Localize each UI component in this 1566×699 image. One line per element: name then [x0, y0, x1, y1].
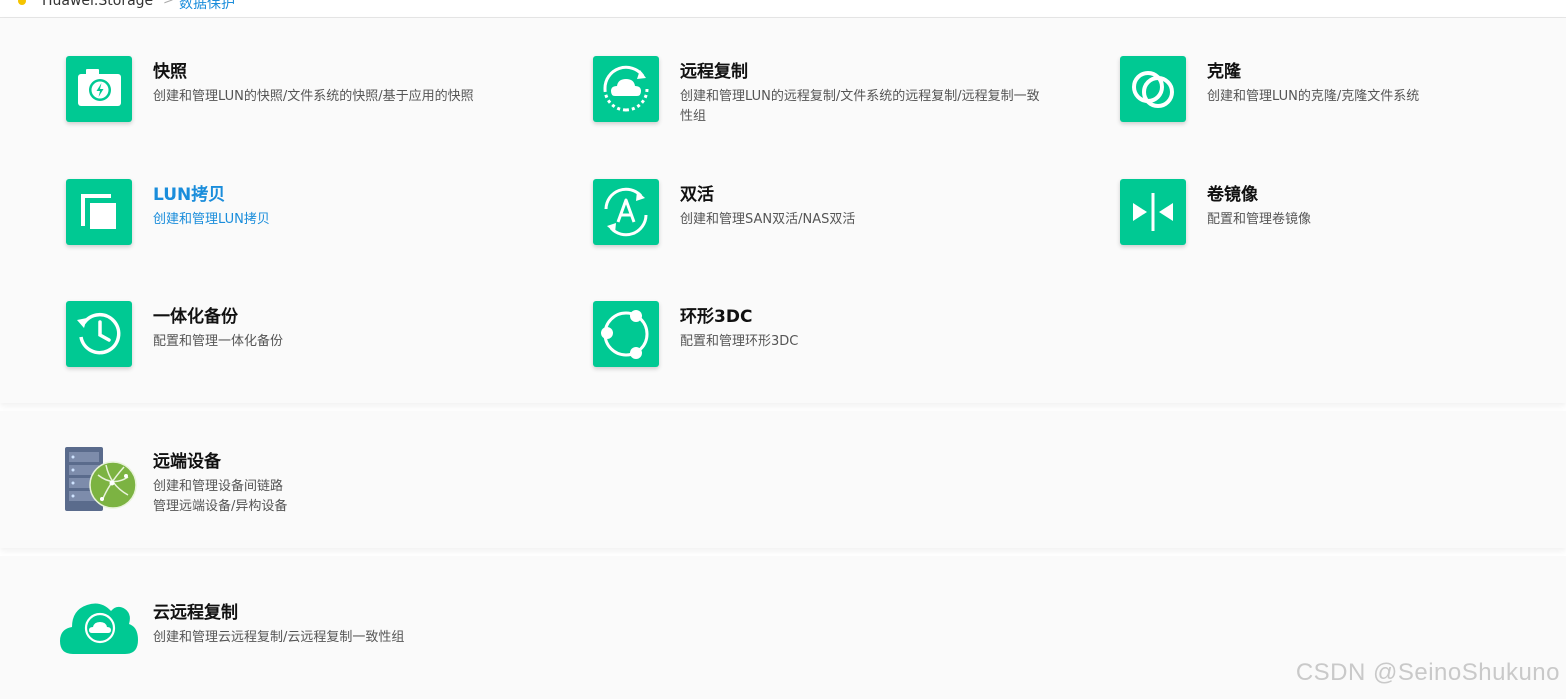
feature-description: 创建和管理LUN拷贝 [153, 212, 270, 227]
feature-description: 创建和管理LUN的克隆/克隆文件系统 [1207, 89, 1420, 104]
feature-description: 创建和管理LUN的远程复制/文件系统的远程复制/远程复制一致性组 [680, 89, 1040, 124]
clone-rings-icon [1120, 56, 1186, 122]
camera-icon [66, 56, 132, 122]
breadcrumb-root[interactable]: Huawei.Storage [42, 0, 153, 9]
mirror-icon [1120, 179, 1186, 245]
status-dot-icon [18, 0, 26, 5]
watermark: CSDN @SeinoShukuno [1295, 659, 1560, 686]
remote-device-panel: 远端设备 创建和管理设备间链路 管理远端设备/异构设备 [0, 411, 1566, 548]
feature-description: 配置和管理环形3DC [680, 334, 799, 349]
feature-title: 远程复制 [680, 62, 748, 82]
feature-description: 创建和管理设备间链路 管理远端设备/异构设备 [153, 477, 523, 517]
cloud-sync-icon [593, 56, 659, 122]
clock-backup-icon [66, 301, 132, 367]
breadcrumb: Huawei.Storage > 数据保护 [0, 0, 1566, 18]
description-line: 管理远端设备/异构设备 [153, 499, 288, 514]
feature-description: 创建和管理LUN的快照/文件系统的快照/基于应用的快照 [153, 89, 474, 104]
feature-title: 克隆 [1207, 62, 1241, 82]
feature-snapshot[interactable]: 快照 创建和管理LUN的快照/文件系统的快照/基于应用的快照 [66, 56, 526, 136]
feature-description: 创建和管理SAN双活/NAS双活 [680, 212, 856, 227]
feature-remote-device[interactable]: 远端设备 创建和管理设备间链路 管理远端设备/异构设备 [62, 445, 522, 517]
feature-description: 配置和管理卷镜像 [1207, 212, 1312, 227]
feature-title: 云远程复制 [153, 603, 238, 623]
feature-title: LUN拷贝 [153, 185, 226, 205]
feature-hypermetro[interactable]: 双活 创建和管理SAN双活/NAS双活 [593, 179, 1053, 259]
data-protection-panel: 快照 创建和管理LUN的快照/文件系统的快照/基于应用的快照 远程复制 创建和管… [0, 18, 1566, 403]
breadcrumb-current[interactable]: 数据保护 [179, 0, 235, 13]
feature-title: 环形3DC [680, 307, 753, 327]
feature-clone[interactable]: 克隆 创建和管理LUN的克隆/克隆文件系统 [1120, 56, 1540, 136]
feature-ring-3dc[interactable]: 环形3DC 配置和管理环形3DC [593, 301, 1053, 381]
breadcrumb-separator-icon: > [163, 0, 174, 8]
feature-integrated-backup[interactable]: 一体化备份 配置和管理一体化备份 [66, 301, 526, 381]
feature-title: 一体化备份 [153, 307, 238, 327]
feature-lun-copy[interactable]: LUN拷贝 创建和管理LUN拷贝 [66, 179, 526, 259]
copy-icon [66, 179, 132, 245]
feature-remote-replication[interactable]: 远程复制 创建和管理LUN的远程复制/文件系统的远程复制/远程复制一致性组 [593, 56, 1053, 136]
cloud-replication-icon [59, 596, 139, 658]
ring-3dc-icon [593, 301, 659, 367]
feature-cloud-replication[interactable]: 云远程复制 创建和管理云远程复制/云远程复制一致性组 [59, 596, 519, 666]
server-globe-icon [62, 445, 138, 513]
feature-volume-mirror[interactable]: 卷镜像 配置和管理卷镜像 [1120, 179, 1540, 259]
active-active-icon [593, 179, 659, 245]
feature-title: 快照 [153, 62, 187, 82]
feature-title: 卷镜像 [1207, 185, 1258, 205]
feature-title: 远端设备 [153, 452, 221, 472]
feature-title: 双活 [680, 185, 714, 205]
feature-description: 创建和管理云远程复制/云远程复制一致性组 [153, 630, 405, 645]
feature-description: 配置和管理一体化备份 [153, 334, 284, 349]
description-line: 创建和管理设备间链路 [153, 479, 284, 494]
